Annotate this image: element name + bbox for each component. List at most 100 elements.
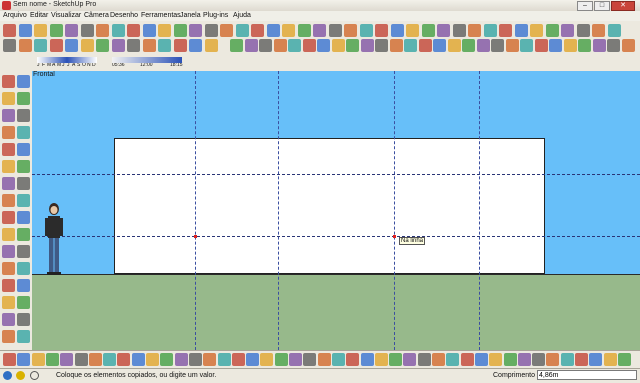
top-view-icon[interactable] <box>474 353 488 366</box>
offset-icon[interactable] <box>259 39 272 52</box>
pan-icon[interactable] <box>173 24 187 37</box>
redo-icon[interactable] <box>17 228 30 241</box>
text-icon[interactable] <box>65 39 78 52</box>
print-icon[interactable] <box>303 353 317 366</box>
orbit-icon[interactable] <box>17 143 30 156</box>
fog-icon[interactable] <box>2 313 15 326</box>
rotate-icon[interactable] <box>34 24 47 37</box>
shaded-icon[interactable] <box>17 330 30 343</box>
warehouse-icon[interactable] <box>546 353 560 366</box>
component-icon[interactable] <box>217 353 231 366</box>
look-around-icon[interactable] <box>476 39 490 52</box>
look-around-icon[interactable] <box>235 24 249 37</box>
paint-bucket-icon[interactable] <box>2 211 15 224</box>
credits-icon[interactable] <box>16 371 25 380</box>
top-view-icon[interactable] <box>561 24 574 37</box>
guide-line[interactable] <box>32 174 640 175</box>
right-view-icon[interactable] <box>503 353 517 366</box>
scale-icon[interactable] <box>3 353 16 366</box>
paint-bucket-icon[interactable] <box>266 24 280 37</box>
zoom-icon[interactable] <box>17 160 30 173</box>
move-icon[interactable] <box>273 39 287 52</box>
pan-icon[interactable] <box>117 353 131 366</box>
follow-me-icon[interactable] <box>17 353 31 366</box>
axes-icon[interactable] <box>375 39 388 52</box>
cut-icon[interactable] <box>260 353 274 366</box>
paste-icon[interactable] <box>359 24 373 37</box>
polygon-icon[interactable] <box>230 39 243 52</box>
undo-icon[interactable] <box>534 39 548 52</box>
shaded-icon[interactable] <box>499 24 512 37</box>
tape-measure-icon[interactable] <box>80 24 94 37</box>
follow-me-icon[interactable] <box>17 92 30 105</box>
zoom-extents-icon[interactable] <box>173 39 187 52</box>
axes-icon[interactable] <box>96 39 109 52</box>
monochrome-icon[interactable] <box>446 353 460 366</box>
paint-bucket-icon[interactable] <box>505 39 519 52</box>
iso-view-icon[interactable] <box>545 24 559 37</box>
redo-icon[interactable] <box>549 39 562 52</box>
open-icon[interactable] <box>406 24 419 37</box>
menu-editar[interactable]: Editar <box>30 12 48 19</box>
front-view-icon[interactable] <box>576 24 590 37</box>
walk-icon[interactable] <box>189 39 202 52</box>
scale-icon[interactable] <box>18 39 32 52</box>
menu-ferramentas[interactable]: Ferramentas <box>141 12 181 19</box>
follow-me-icon[interactable] <box>34 39 47 52</box>
scale-icon[interactable] <box>2 92 15 105</box>
rotate-icon[interactable] <box>17 75 30 88</box>
text-icon[interactable] <box>45 353 59 366</box>
select-icon[interactable] <box>589 353 603 366</box>
back-view-icon[interactable] <box>607 24 621 37</box>
zoom-icon[interactable] <box>158 39 171 52</box>
redo-icon[interactable] <box>313 24 326 37</box>
protractor-icon[interactable] <box>80 39 94 52</box>
protractor-icon[interactable] <box>360 39 374 52</box>
print-icon[interactable] <box>607 39 620 52</box>
scale-icon[interactable] <box>49 24 63 37</box>
walk-icon[interactable] <box>462 39 475 52</box>
pan-icon[interactable] <box>2 160 15 173</box>
undo-icon[interactable] <box>2 228 15 241</box>
dimension-icon[interactable] <box>142 24 156 37</box>
textured-icon[interactable] <box>432 353 445 366</box>
tape-measure-icon[interactable] <box>2 109 15 122</box>
menu-plugins[interactable]: Plug-ins <box>203 12 228 19</box>
copy-icon[interactable] <box>274 353 288 366</box>
menu-janela[interactable]: Janela <box>180 12 201 19</box>
move-icon[interactable] <box>2 75 15 88</box>
look-around-icon[interactable] <box>174 353 188 366</box>
axes-icon[interactable] <box>17 126 30 139</box>
minimize-button[interactable]: – <box>577 1 593 11</box>
dimension-icon[interactable] <box>111 39 125 52</box>
menu-visualizar[interactable]: Visualizar <box>51 12 81 19</box>
fog-icon[interactable] <box>374 353 388 366</box>
copy-icon[interactable] <box>344 24 357 37</box>
maximize-button[interactable]: □ <box>594 1 610 11</box>
zoom-icon[interactable] <box>131 353 145 366</box>
zoom-extents-icon[interactable] <box>146 353 159 366</box>
time-slider[interactable] <box>112 57 182 63</box>
orbit-icon[interactable] <box>404 39 417 52</box>
offset-icon[interactable] <box>3 24 16 37</box>
guide-line[interactable] <box>394 71 395 350</box>
zoom-extents-icon[interactable] <box>2 177 15 190</box>
shadow-icon[interactable] <box>360 353 374 366</box>
menu-camera[interactable]: Câmera <box>84 12 109 19</box>
pan-icon[interactable] <box>418 39 432 52</box>
orbit-icon[interactable] <box>158 24 171 37</box>
text-icon[interactable] <box>346 39 359 52</box>
open-icon[interactable] <box>331 353 345 366</box>
shaded-icon[interactable] <box>417 353 431 366</box>
paste-icon[interactable] <box>592 39 606 52</box>
textured-icon[interactable] <box>514 24 528 37</box>
zoom-icon[interactable] <box>189 24 202 37</box>
tape-measure-icon[interactable] <box>49 39 63 52</box>
section-plane-icon[interactable] <box>188 353 202 366</box>
fog-icon[interactable] <box>452 24 466 37</box>
look-around-icon[interactable] <box>2 194 15 207</box>
copy-icon[interactable] <box>578 39 591 52</box>
protractor-icon[interactable] <box>111 24 125 37</box>
rotate-icon[interactable] <box>3 39 16 52</box>
redo-icon[interactable] <box>246 353 260 366</box>
